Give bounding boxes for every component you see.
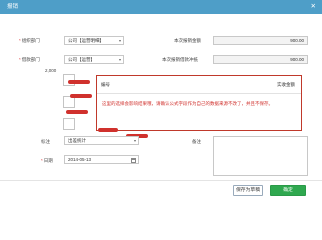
repay-amount-field[interactable]: 900.00 xyxy=(213,55,308,64)
popup-header: 编号 实收金额 xyxy=(97,76,301,94)
chevron-down-icon: ▾ xyxy=(118,38,121,43)
remark-textarea[interactable] xyxy=(213,136,308,176)
payee-dept-select[interactable]: 公司【运营】 ▾ xyxy=(64,55,124,64)
popup-col-amount: 实收金额 xyxy=(277,82,295,87)
org-dept-select[interactable]: 公司【运营明细】 ▾ xyxy=(64,36,124,45)
dialog-title: 报销 xyxy=(7,4,19,10)
category-label: 标注 xyxy=(41,139,50,144)
submit-button[interactable]: 确定 xyxy=(270,185,306,196)
save-draft-button[interactable]: 保存为草稿 xyxy=(233,185,263,196)
background-field-ghost xyxy=(63,74,75,86)
validation-popup: 编号 实收金额 这里的选择会影响结果哦，请确认公式字段作为自己的数据来源不改了，… xyxy=(96,75,302,131)
category-select[interactable]: 出差统计 ▾ xyxy=(64,136,139,145)
popup-message: 这里的选择会影响结果哦，请确认公式字段作为自己的数据来源不改了，并且不保存。 xyxy=(102,101,273,106)
small-number-text: 2,000 xyxy=(45,68,57,73)
payee-dept-label: *借款部门 xyxy=(19,57,40,62)
date-label: *日期 xyxy=(41,158,53,163)
chevron-down-icon: ▾ xyxy=(133,138,136,143)
background-field-ghost xyxy=(63,96,75,108)
footer-divider xyxy=(0,180,322,181)
repay-amount-label: 本次报销借款冲抵 xyxy=(162,57,198,62)
background-field-ghost xyxy=(63,118,75,130)
dialog-title-bar: 报销 ✕ xyxy=(0,0,322,14)
close-icon[interactable]: ✕ xyxy=(311,0,316,14)
remark-label: 备注 xyxy=(192,139,201,144)
date-input[interactable]: 2014-05-13 xyxy=(64,155,139,164)
current-amount-field[interactable]: 900.00 xyxy=(213,36,308,45)
current-amount-label: 本次报销金额 xyxy=(174,38,201,43)
popup-col-number: 编号 xyxy=(101,82,110,87)
chevron-down-icon: ▾ xyxy=(118,57,121,62)
org-dept-label: *组织部门 xyxy=(19,38,40,43)
calendar-icon[interactable] xyxy=(131,157,136,163)
